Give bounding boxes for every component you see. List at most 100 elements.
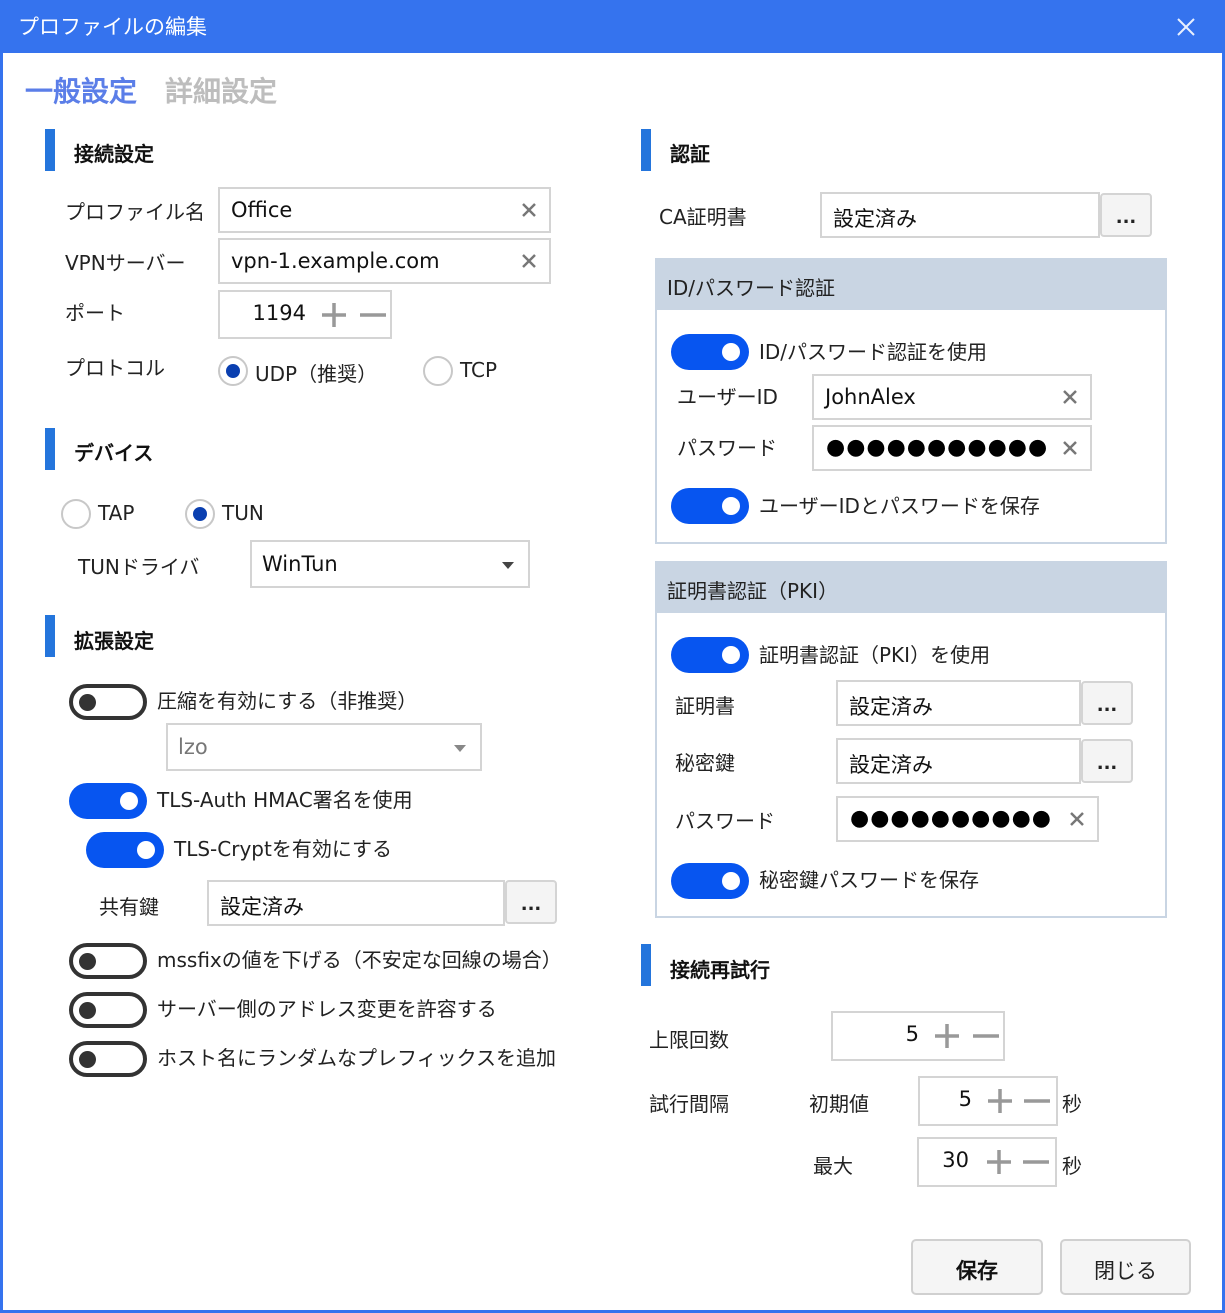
tab-general[interactable]: 一般設定 (25, 70, 137, 110)
close-icon[interactable] (1173, 14, 1199, 40)
private-key-label: 秘密鍵 (675, 751, 735, 775)
shared-key-value: 設定済み (220, 895, 304, 919)
section-title-auth: 認証 (670, 142, 710, 166)
clear-icon[interactable] (1067, 809, 1087, 829)
max-interval-label: 最大 (813, 1154, 853, 1178)
max-interval-unit: 秒 (1062, 1154, 1082, 1178)
section-title-advanced: 拡張設定 (74, 629, 154, 653)
edit-profile-dialog: プロファイルの編集 一般設定 詳細設定 接続設定 プロファイル名 Office … (0, 0, 1225, 1313)
minus-icon[interactable] (1024, 1088, 1050, 1114)
plus-icon[interactable] (987, 1088, 1013, 1114)
cert-label: 証明書 (675, 694, 735, 718)
minus-icon[interactable] (1023, 1149, 1049, 1175)
section-title-device: デバイス (74, 441, 154, 465)
section-bar (45, 428, 55, 470)
ca-cert-label: CA証明書 (659, 205, 747, 229)
plus-icon[interactable] (934, 1023, 960, 1049)
tls-crypt-toggle[interactable] (86, 832, 164, 868)
vpn-server-label: VPNサーバー (65, 251, 186, 275)
initial-interval-value: 5 (958, 1087, 972, 1111)
max-count-label: 上限回数 (649, 1028, 729, 1052)
random-prefix-label: ホスト名にランダムなプレフィックスを追加 (157, 1046, 556, 1070)
max-count-stepper[interactable]: 5 (831, 1011, 1005, 1061)
tls-auth-toggle[interactable] (69, 783, 147, 819)
cert-browse-button[interactable]: ... (1081, 681, 1133, 725)
device-tun-radio[interactable] (185, 499, 215, 529)
protocol-tcp-label[interactable]: TCP (460, 358, 497, 382)
private-key-browse-button[interactable]: ... (1081, 739, 1133, 783)
password-field[interactable]: ●●●●●●●●●●●● (812, 425, 1092, 471)
chevron-down-icon (454, 745, 466, 752)
private-key-value: 設定済み (849, 753, 933, 777)
dialog-title: プロファイルの編集 (18, 15, 207, 39)
id-password-group-title: ID/パスワード認証 (667, 276, 836, 300)
max-interval-stepper[interactable]: 30 (917, 1137, 1057, 1187)
ca-cert-browse-button[interactable]: ... (1100, 193, 1152, 237)
key-password-label: パスワード (675, 809, 775, 833)
save-credentials-toggle[interactable] (671, 488, 749, 524)
vpn-server-field[interactable]: vpn-1.example.com (218, 238, 551, 284)
password-label: パスワード (677, 436, 777, 460)
clear-icon[interactable] (519, 200, 539, 220)
shared-key-browse-button[interactable]: ... (505, 880, 557, 924)
save-button-label: 保存 (956, 1259, 998, 1283)
float-toggle[interactable] (69, 992, 147, 1028)
section-title-connection: 接続設定 (74, 142, 154, 166)
clear-icon[interactable] (1060, 387, 1080, 407)
id-password-use-toggle[interactable] (671, 334, 749, 370)
close-button-label: 閉じる (1094, 1259, 1157, 1283)
cert-value: 設定済み (849, 695, 933, 719)
tun-driver-value: WinTun (262, 552, 338, 576)
key-password-field[interactable]: ●●●●●●●●●●●● (836, 796, 1099, 842)
ca-cert-field[interactable]: 設定済み (820, 192, 1100, 238)
save-key-password-label: 秘密鍵パスワードを保存 (759, 868, 979, 892)
port-stepper[interactable]: 1194 (218, 290, 392, 339)
id-password-use-label: ID/パスワード認証を使用 (759, 340, 988, 364)
chevron-down-icon (502, 562, 514, 569)
clear-icon[interactable] (1060, 438, 1080, 458)
pki-use-toggle[interactable] (671, 637, 749, 673)
protocol-tcp-radio[interactable] (423, 356, 453, 386)
section-bar (641, 129, 651, 171)
tun-driver-select[interactable]: WinTun (250, 540, 530, 588)
ellipsis-icon: ... (1096, 753, 1118, 774)
password-value: ●●●●●●●●●●●● (826, 435, 1046, 460)
device-tap-radio[interactable] (61, 499, 91, 529)
pki-group-title: 証明書認証（PKI） (667, 579, 839, 603)
device-tun-label[interactable]: TUN (222, 501, 264, 525)
user-id-label: ユーザーID (677, 385, 778, 409)
ellipsis-icon: ... (1115, 207, 1137, 228)
compression-toggle[interactable] (69, 684, 147, 720)
shared-key-field[interactable]: 設定済み (207, 880, 505, 926)
cert-field[interactable]: 設定済み (836, 680, 1081, 726)
profile-name-field[interactable]: Office (218, 187, 551, 233)
section-bar (45, 129, 55, 171)
initial-interval-stepper[interactable]: 5 (918, 1076, 1058, 1126)
float-label: サーバー側のアドレス変更を許容する (157, 997, 497, 1021)
plus-icon[interactable] (986, 1149, 1012, 1175)
random-prefix-toggle[interactable] (69, 1041, 147, 1077)
protocol-udp-label[interactable]: UDP（推奨） (255, 358, 377, 387)
protocol-udp-radio[interactable] (218, 356, 248, 386)
shared-key-label: 共有鍵 (99, 895, 159, 919)
private-key-field[interactable]: 設定済み (836, 738, 1081, 784)
mssfix-toggle[interactable] (69, 943, 147, 979)
save-key-password-toggle[interactable] (671, 863, 749, 899)
user-id-field[interactable]: JohnAlex (812, 374, 1092, 420)
device-tap-label[interactable]: TAP (98, 501, 134, 525)
tab-advanced[interactable]: 詳細設定 (165, 70, 277, 110)
plus-icon[interactable] (321, 302, 347, 328)
compression-algorithm-select[interactable]: lzo (166, 723, 482, 771)
ellipsis-icon: ... (1096, 695, 1118, 716)
max-count-value: 5 (905, 1022, 919, 1046)
clear-icon[interactable] (519, 251, 539, 271)
pki-use-label: 証明書認証（PKI）を使用 (759, 643, 991, 667)
interval-label: 試行間隔 (649, 1092, 729, 1116)
save-button[interactable]: 保存 (911, 1239, 1043, 1295)
minus-icon[interactable] (360, 302, 386, 328)
vpn-server-value: vpn-1.example.com (231, 249, 440, 273)
close-button[interactable]: 閉じる (1060, 1239, 1191, 1295)
title-bar: プロファイルの編集 (3, 0, 1225, 53)
section-title-retry: 接続再試行 (670, 958, 770, 982)
minus-icon[interactable] (973, 1023, 999, 1049)
